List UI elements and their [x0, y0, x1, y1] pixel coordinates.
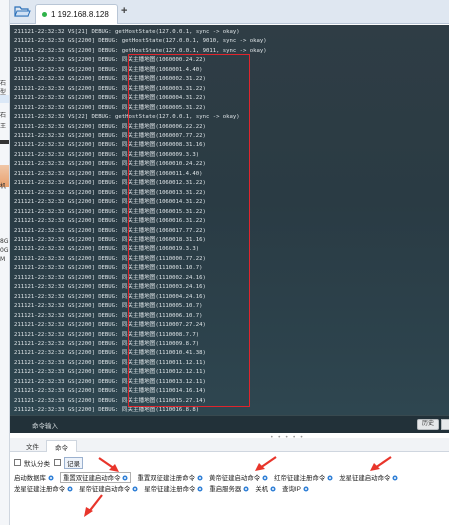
strip-text: 王	[0, 123, 7, 130]
plus-icon[interactable]: +	[121, 5, 127, 17]
command-button[interactable]: 龙星征建启动命令	[339, 473, 398, 482]
command-button[interactable]: 黄帝征建启动命令	[209, 473, 268, 482]
tab-label: 1 192.168.8.128	[51, 10, 109, 19]
gear-icon[interactable]	[65, 485, 73, 492]
group-record[interactable]: 记录	[64, 456, 83, 469]
background-window-strip: 石 型 石 王 机 8G 0G M	[0, 0, 10, 525]
gear-icon[interactable]	[241, 485, 249, 492]
bottom-panel-tabs: 文件 命令	[10, 438, 449, 452]
terminal-output[interactable]: 211121-22:32:32 VS[21] DEBUG: getHostSta…	[10, 25, 449, 415]
command-label: 黄帝征建启动命令	[208, 475, 261, 482]
command-button[interactable]: 查询IP	[282, 484, 309, 493]
command-button[interactable]: 重启服务器	[209, 484, 249, 493]
command-label: 重启服务器	[209, 486, 242, 493]
command-label: 启动数据库	[14, 475, 46, 482]
command-buttons-row-1: 启动数据库 重置双征建启动命令 重置双征建注册命令 黄帝征建启动命令 红帝征建注册命令龙…	[14, 472, 404, 483]
command-label: 查询IP	[282, 486, 301, 493]
command-button[interactable]: 红帝征建注册命令	[274, 473, 333, 482]
command-label: 星帝征建注册命令	[144, 486, 196, 493]
gear-icon[interactable]	[301, 485, 309, 492]
command-button[interactable]: 重置双征建注册命令	[137, 473, 203, 482]
command-input-label: 命令输入	[32, 423, 58, 430]
red-arrow-annotation	[255, 456, 277, 471]
strip-block	[0, 140, 9, 144]
command-button[interactable]: 龙星征建注册命令	[14, 484, 73, 493]
strip-text: 机	[0, 183, 7, 190]
gear-icon[interactable]	[268, 485, 276, 492]
command-label: 红帝征建注册命令	[274, 475, 326, 482]
strip-block	[0, 95, 9, 103]
command-label: 龙星征建启动命令	[339, 475, 391, 482]
tab-session-1[interactable]: 1 192.168.8.128	[35, 4, 118, 24]
checkbox[interactable]	[14, 459, 21, 466]
terminal-line: 211121-22:32:33 GS[2200] DEBUG: 同关主播地图(1…	[14, 407, 200, 414]
command-input-bar[interactable]: 命令输入 历史	[10, 415, 449, 433]
gear-icon[interactable]	[195, 485, 203, 492]
red-arrow-annotation	[98, 457, 119, 472]
strip-text: 石	[0, 80, 7, 87]
command-button[interactable]: 关机	[255, 484, 276, 493]
connected-status-icon	[42, 12, 47, 17]
history-dropdown-button[interactable]	[441, 419, 449, 430]
command-groups: 默认分类 记录	[14, 456, 87, 469]
command-label: 重置双征建注册命令	[137, 475, 195, 482]
tab-commands[interactable]: 命令	[46, 440, 77, 452]
gear-icon[interactable]	[120, 474, 128, 481]
gear-icon[interactable]	[325, 474, 333, 481]
checkbox[interactable]	[54, 459, 61, 466]
tab-files[interactable]: 文件	[18, 440, 47, 452]
gear-icon[interactable]	[46, 474, 54, 481]
session-tab-bar: 1 192.168.8.128 +	[10, 0, 449, 24]
red-arrow-annotation	[370, 456, 392, 471]
gear-icon[interactable]	[260, 474, 268, 481]
strip-text: M	[0, 256, 6, 263]
strip-text: 0G	[0, 247, 9, 254]
gear-icon[interactable]	[130, 485, 138, 492]
folder-icon[interactable]	[13, 4, 31, 19]
red-arrow-annotation	[84, 494, 103, 517]
terminal-line: 211121-22:32:32 GS[2200] DEBUG: getHostS…	[14, 38, 267, 45]
command-label: 龙星征建注册命令	[14, 486, 66, 493]
strip-text: 8G	[0, 238, 9, 245]
command-buttons-row-2: 龙星征建注册命令 星帝征建启动命令 星帝征建注册命令 重启服务器 关机 查询IP	[14, 483, 315, 494]
command-button[interactable]: 星帝征建注册命令	[144, 484, 203, 493]
gear-icon[interactable]	[195, 474, 203, 481]
history-button[interactable]: 历史	[416, 419, 439, 430]
command-label: 关机	[255, 486, 269, 493]
group-default[interactable]: 默认分类	[24, 458, 50, 468]
terminal-line: 211121-22:32:32 VS[21] DEBUG: getHostSta…	[14, 29, 240, 35]
command-button[interactable]: 启动数据库	[14, 473, 54, 482]
red-highlight-annotation	[128, 54, 250, 407]
gear-icon[interactable]	[390, 474, 398, 481]
strip-text: 石	[0, 112, 7, 119]
